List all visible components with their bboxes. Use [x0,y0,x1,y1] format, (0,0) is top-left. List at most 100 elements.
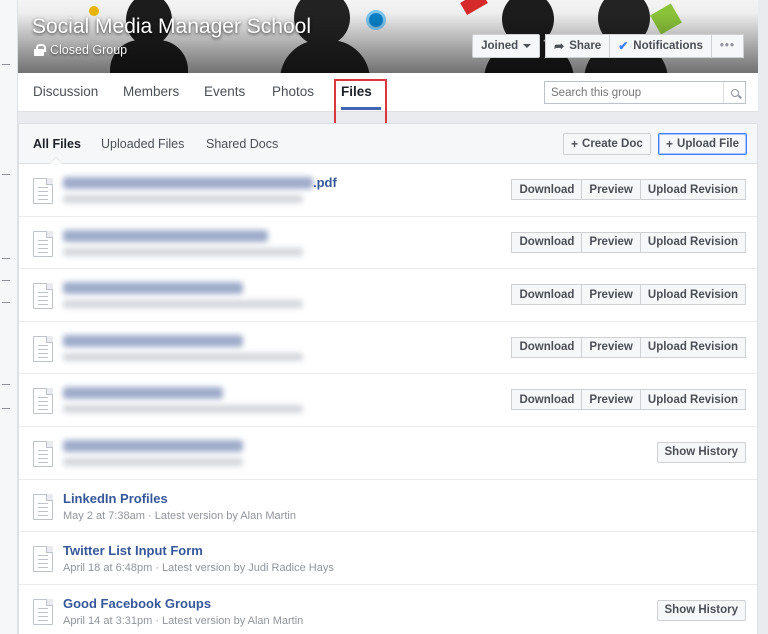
group-cover-photo: Social Media Manager School Closed Group… [18,0,758,73]
preview-button[interactable]: Preview [582,389,641,411]
upload-revision-button[interactable]: Upload Revision [640,231,746,253]
redacted-file-meta [63,457,243,466]
search-button[interactable] [723,82,745,103]
more-dots-icon: ••• [719,40,735,52]
preview-button[interactable]: Preview [582,179,641,200]
file-name[interactable]: Good Facebook Groups [63,596,211,611]
preview-button[interactable]: Preview [582,284,641,306]
joined-button[interactable]: Joined [472,34,541,58]
file-row-actions: Download Preview Upload Revision [511,231,746,253]
check-icon: ✔ [618,39,629,53]
files-panel: All Files Uploaded Files Shared Docs + C… [18,123,758,634]
file-row: LinkedIn Profiles May 2 at 7:38am · Lates… [19,480,757,533]
download-button[interactable]: Download [511,389,583,411]
download-button[interactable]: Download [511,336,583,358]
file-row: Download Preview Upload Revision [19,217,757,270]
share-label: Share [569,40,602,52]
file-row: Download Preview Upload Revision [19,322,757,375]
upload-revision-button[interactable]: Upload Revision [640,284,746,306]
active-subtab-pointer [49,157,63,164]
redacted-file-name [63,439,243,452]
file-row-actions: Download Preview Upload Revision [511,179,746,200]
tab-photos[interactable]: Photos [272,73,314,112]
plus-icon: + [571,137,579,151]
file-row: Twitter List Input Form April 18 at 6:48p… [19,532,757,585]
redacted-file-name [63,177,313,189]
preview-button[interactable]: Preview [582,336,641,358]
document-icon [33,230,53,257]
files-tab-uploaded[interactable]: Uploaded Files [101,124,184,164]
chevron-down-icon [523,44,532,48]
search-icon [730,88,739,97]
tab-events[interactable]: Events [204,73,245,112]
group-search-input[interactable] [545,82,723,103]
file-meta: April 14 at 3:31pm · Latest version by A… [63,614,304,627]
file-row: .pdf Download Preview Upload Revision [19,164,757,217]
redacted-file-name [63,229,268,242]
lock-icon [34,44,46,56]
document-icon [33,388,53,415]
redacted-file-name [63,282,243,295]
redacted-file-name [63,334,243,347]
notifications-button[interactable]: ✔ Notifications [610,34,712,58]
file-row-actions: Download Preview Upload Revision [511,336,746,358]
download-button[interactable]: Download [511,231,583,253]
share-button[interactable]: ➦ Share [545,34,611,58]
files-tab-highlight [334,79,387,125]
upload-revision-button[interactable]: Upload Revision [640,336,746,358]
file-row-actions: Show History [656,599,746,621]
document-icon [33,440,53,467]
upload-revision-button[interactable]: Upload Revision [640,389,746,411]
document-icon [33,598,53,625]
upload-revision-button[interactable]: Upload Revision [640,179,746,200]
create-doc-button[interactable]: + Create Doc [563,133,651,155]
download-button[interactable]: Download [511,284,583,306]
group-title[interactable]: Social Media Manager School [32,15,311,39]
redacted-file-meta [63,195,303,203]
tab-discussion[interactable]: Discussion [33,73,98,112]
left-sidebar-edge [0,0,18,634]
cover-actions: Joined ➦ Share ✔ Notifications ••• [472,34,744,58]
redacted-file-meta [63,247,303,256]
file-row-actions: Show History [656,441,746,463]
redacted-file-meta [63,405,303,414]
files-header: All Files Uploaded Files Shared Docs + C… [19,124,757,164]
document-icon [33,178,53,204]
files-tab-shared-docs[interactable]: Shared Docs [206,124,278,164]
share-notify-group: ➦ Share ✔ Notifications ••• [545,34,744,58]
share-arrow-icon: ➦ [554,39,565,53]
file-row: Download Preview Upload Revision [19,269,757,322]
more-options-button[interactable]: ••• [711,34,744,58]
file-row: Show History [19,427,757,480]
group-search [544,81,746,104]
file-row-actions: Download Preview Upload Revision [511,284,746,306]
file-row: Good Facebook Groups April 14 at 3:31pm ·… [19,585,757,634]
file-row: Download Preview Upload Revision [19,374,757,427]
show-history-button[interactable]: Show History [656,599,746,621]
file-name[interactable]: LinkedIn Profiles [63,491,168,506]
document-icon [33,283,53,310]
privacy-label: Closed Group [50,43,128,57]
file-name[interactable]: Twitter List Input Form [63,543,203,558]
group-privacy: Closed Group [34,43,127,57]
create-doc-label: Create Doc [582,138,643,150]
upload-file-label: Upload File [677,138,739,150]
show-history-button[interactable]: Show History [656,441,746,463]
download-button[interactable]: Download [511,179,583,200]
joined-label: Joined [481,40,519,52]
redacted-file-meta [63,300,303,309]
document-icon [33,335,53,362]
notifications-label: Notifications [633,40,703,52]
file-list: .pdf Download Preview Upload Revision Downlo… [19,164,757,634]
redacted-file-name [63,387,223,400]
document-icon [33,493,53,520]
file-meta: May 2 at 7:38am · Latest version by Alan… [63,509,296,522]
file-name[interactable]: .pdf [313,175,337,190]
file-row-actions: Download Preview Upload Revision [511,389,746,411]
file-meta: April 18 at 6:48pm · Latest version by J… [63,562,334,575]
upload-file-button[interactable]: + Upload File [658,133,747,155]
preview-button[interactable]: Preview [582,231,641,253]
plus-icon: + [666,137,674,151]
document-icon [33,546,53,573]
tab-members[interactable]: Members [123,73,179,112]
